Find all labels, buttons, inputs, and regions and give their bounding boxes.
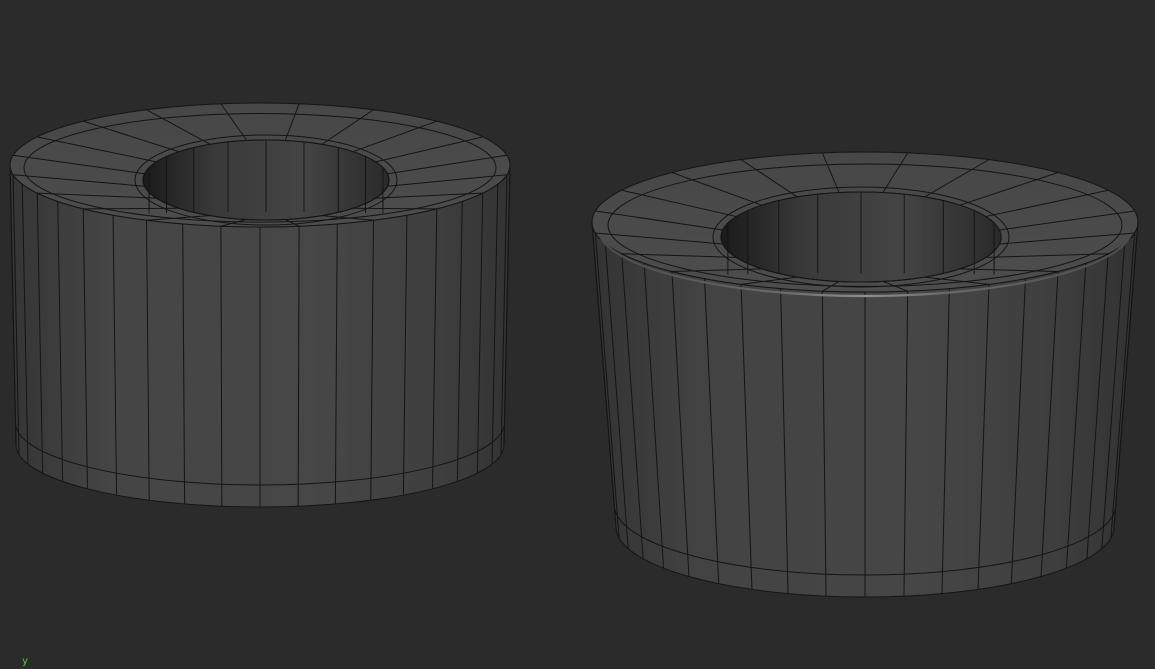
tube-mesh-beveled[interactable] (591, 151, 1139, 598)
tube-mesh-hard-edges[interactable] (9, 102, 511, 508)
viewport-scene[interactable] (0, 0, 1155, 669)
axis-indicator-y-label: y (22, 656, 29, 667)
3d-viewport[interactable]: y (0, 0, 1155, 669)
